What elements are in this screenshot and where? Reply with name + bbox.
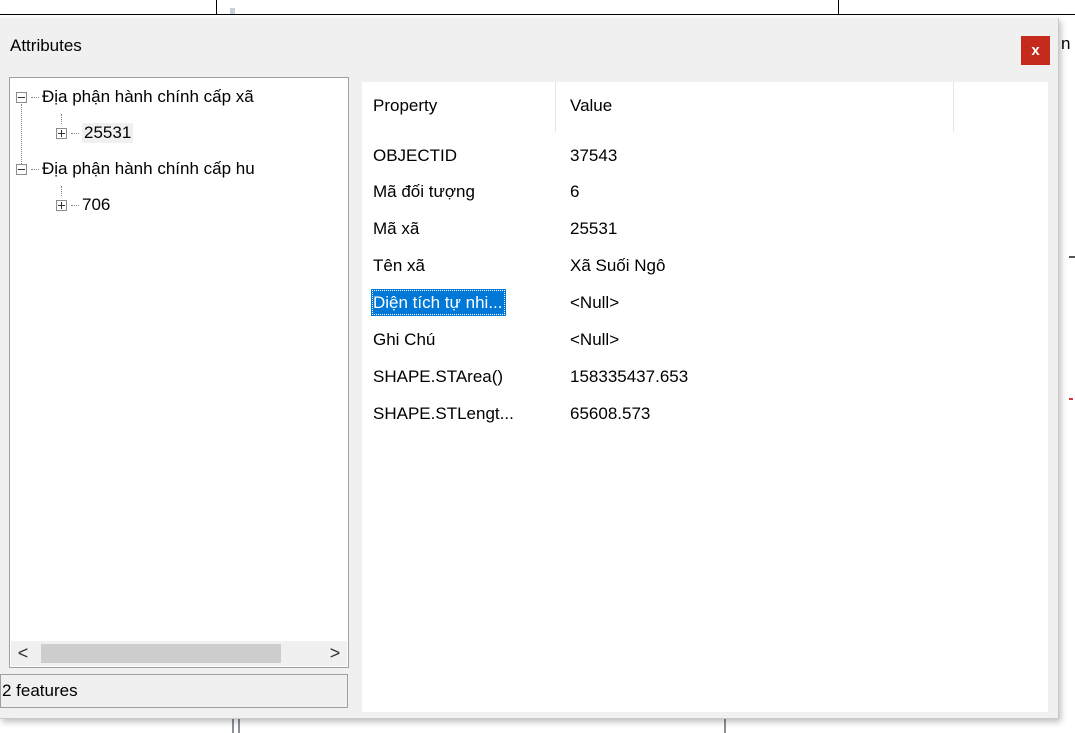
property-row[interactable]: Ghi Chú <Null> bbox=[362, 324, 962, 358]
background-fragment-text: n bbox=[1061, 34, 1071, 53]
property-row[interactable]: SHAPE.STLengt... 65608.573 bbox=[362, 398, 962, 432]
property-key: Tên xã bbox=[373, 256, 425, 275]
tree-node-layer-xa[interactable]: Địa phận hành chính cấp xã bbox=[16, 84, 254, 110]
tree-node-feature-706[interactable]: 706 bbox=[56, 192, 110, 218]
property-key: Ghi Chú bbox=[373, 330, 436, 349]
property-row[interactable]: Mã xã 25531 bbox=[362, 213, 962, 247]
tree-node-feature-25531[interactable]: 25531 bbox=[56, 120, 134, 146]
background-window-border bbox=[0, 14, 1075, 15]
property-value: <Null> bbox=[570, 330, 620, 349]
expand-icon[interactable] bbox=[56, 127, 67, 139]
attributes-dialog: Attributes x Địa phận hành chính cấp xã … bbox=[0, 18, 1059, 719]
background-fragment bbox=[724, 718, 726, 733]
background-fragment bbox=[230, 8, 235, 14]
background-fragment bbox=[238, 718, 240, 733]
property-row[interactable]: OBJECTID 37543 bbox=[362, 140, 962, 174]
property-value: 6 bbox=[570, 182, 580, 201]
property-key: SHAPE.STLengt... bbox=[373, 404, 514, 423]
property-value: 65608.573 bbox=[570, 404, 651, 423]
tree-connector bbox=[71, 132, 79, 134]
background-divider bbox=[216, 0, 217, 14]
property-value: 158335437.653 bbox=[570, 367, 689, 386]
property-key: Diện tích tự nhi... bbox=[371, 289, 506, 316]
tree-connector bbox=[31, 168, 39, 170]
property-grid: Property Value OBJECTID 37543 Mã đối tượ… bbox=[362, 82, 1048, 712]
background-fragment bbox=[1069, 398, 1073, 400]
feature-tree[interactable]: Địa phận hành chính cấp xã 25531 Địa phậ… bbox=[9, 77, 349, 668]
column-header-value[interactable]: Value bbox=[570, 96, 612, 116]
collapse-icon[interactable] bbox=[16, 163, 27, 175]
background-divider bbox=[838, 0, 839, 14]
column-divider[interactable] bbox=[555, 82, 556, 132]
column-divider[interactable] bbox=[953, 82, 954, 132]
tree-node-label: 706 bbox=[82, 195, 111, 214]
tree-node-layer-huyen[interactable]: Địa phận hành chính cấp hu bbox=[16, 156, 255, 182]
tree-node-label: Địa phận hành chính cấp xã bbox=[42, 87, 254, 106]
close-button[interactable]: x bbox=[1021, 36, 1050, 65]
feature-count-status: 2 features bbox=[0, 674, 348, 708]
property-key: Mã đối tượng bbox=[373, 182, 475, 201]
property-key: OBJECTID bbox=[373, 146, 458, 165]
property-value: <Null> bbox=[570, 293, 620, 312]
property-row[interactable]: Mã đối tượng 6 bbox=[362, 176, 962, 210]
property-value: Xã Suối Ngô bbox=[570, 256, 666, 275]
property-key: SHAPE.STArea() bbox=[373, 367, 504, 386]
dialog-title: Attributes bbox=[10, 36, 82, 55]
column-header-property[interactable]: Property bbox=[373, 96, 437, 116]
property-value: 37543 bbox=[570, 146, 618, 165]
status-text: 2 features bbox=[2, 681, 78, 700]
property-value: 25531 bbox=[570, 219, 618, 238]
scrollbar-thumb[interactable] bbox=[41, 644, 281, 663]
background-fragment bbox=[1069, 256, 1075, 258]
property-row-selected[interactable]: Diện tích tự nhi... <Null> bbox=[362, 287, 962, 321]
property-row[interactable]: SHAPE.STArea() 158335437.653 bbox=[362, 361, 962, 395]
background-window-edge bbox=[1059, 15, 1075, 733]
scroll-right-icon[interactable]: > bbox=[327, 641, 343, 666]
horizontal-scrollbar[interactable]: < > bbox=[11, 641, 347, 666]
scroll-left-icon[interactable]: < bbox=[15, 641, 31, 666]
collapse-icon[interactable] bbox=[16, 91, 27, 103]
expand-icon[interactable] bbox=[56, 199, 67, 211]
property-key: Mã xã bbox=[373, 219, 420, 238]
tree-node-label: Địa phận hành chính cấp hu bbox=[42, 159, 255, 178]
property-grid-header: Property Value bbox=[362, 82, 954, 132]
property-row[interactable]: Tên xã Xã Suối Ngô bbox=[362, 250, 962, 284]
tree-connector bbox=[71, 204, 79, 206]
tree-connector bbox=[31, 96, 39, 98]
background-fragment bbox=[232, 718, 234, 733]
tree-node-label: 25531 bbox=[82, 123, 134, 143]
